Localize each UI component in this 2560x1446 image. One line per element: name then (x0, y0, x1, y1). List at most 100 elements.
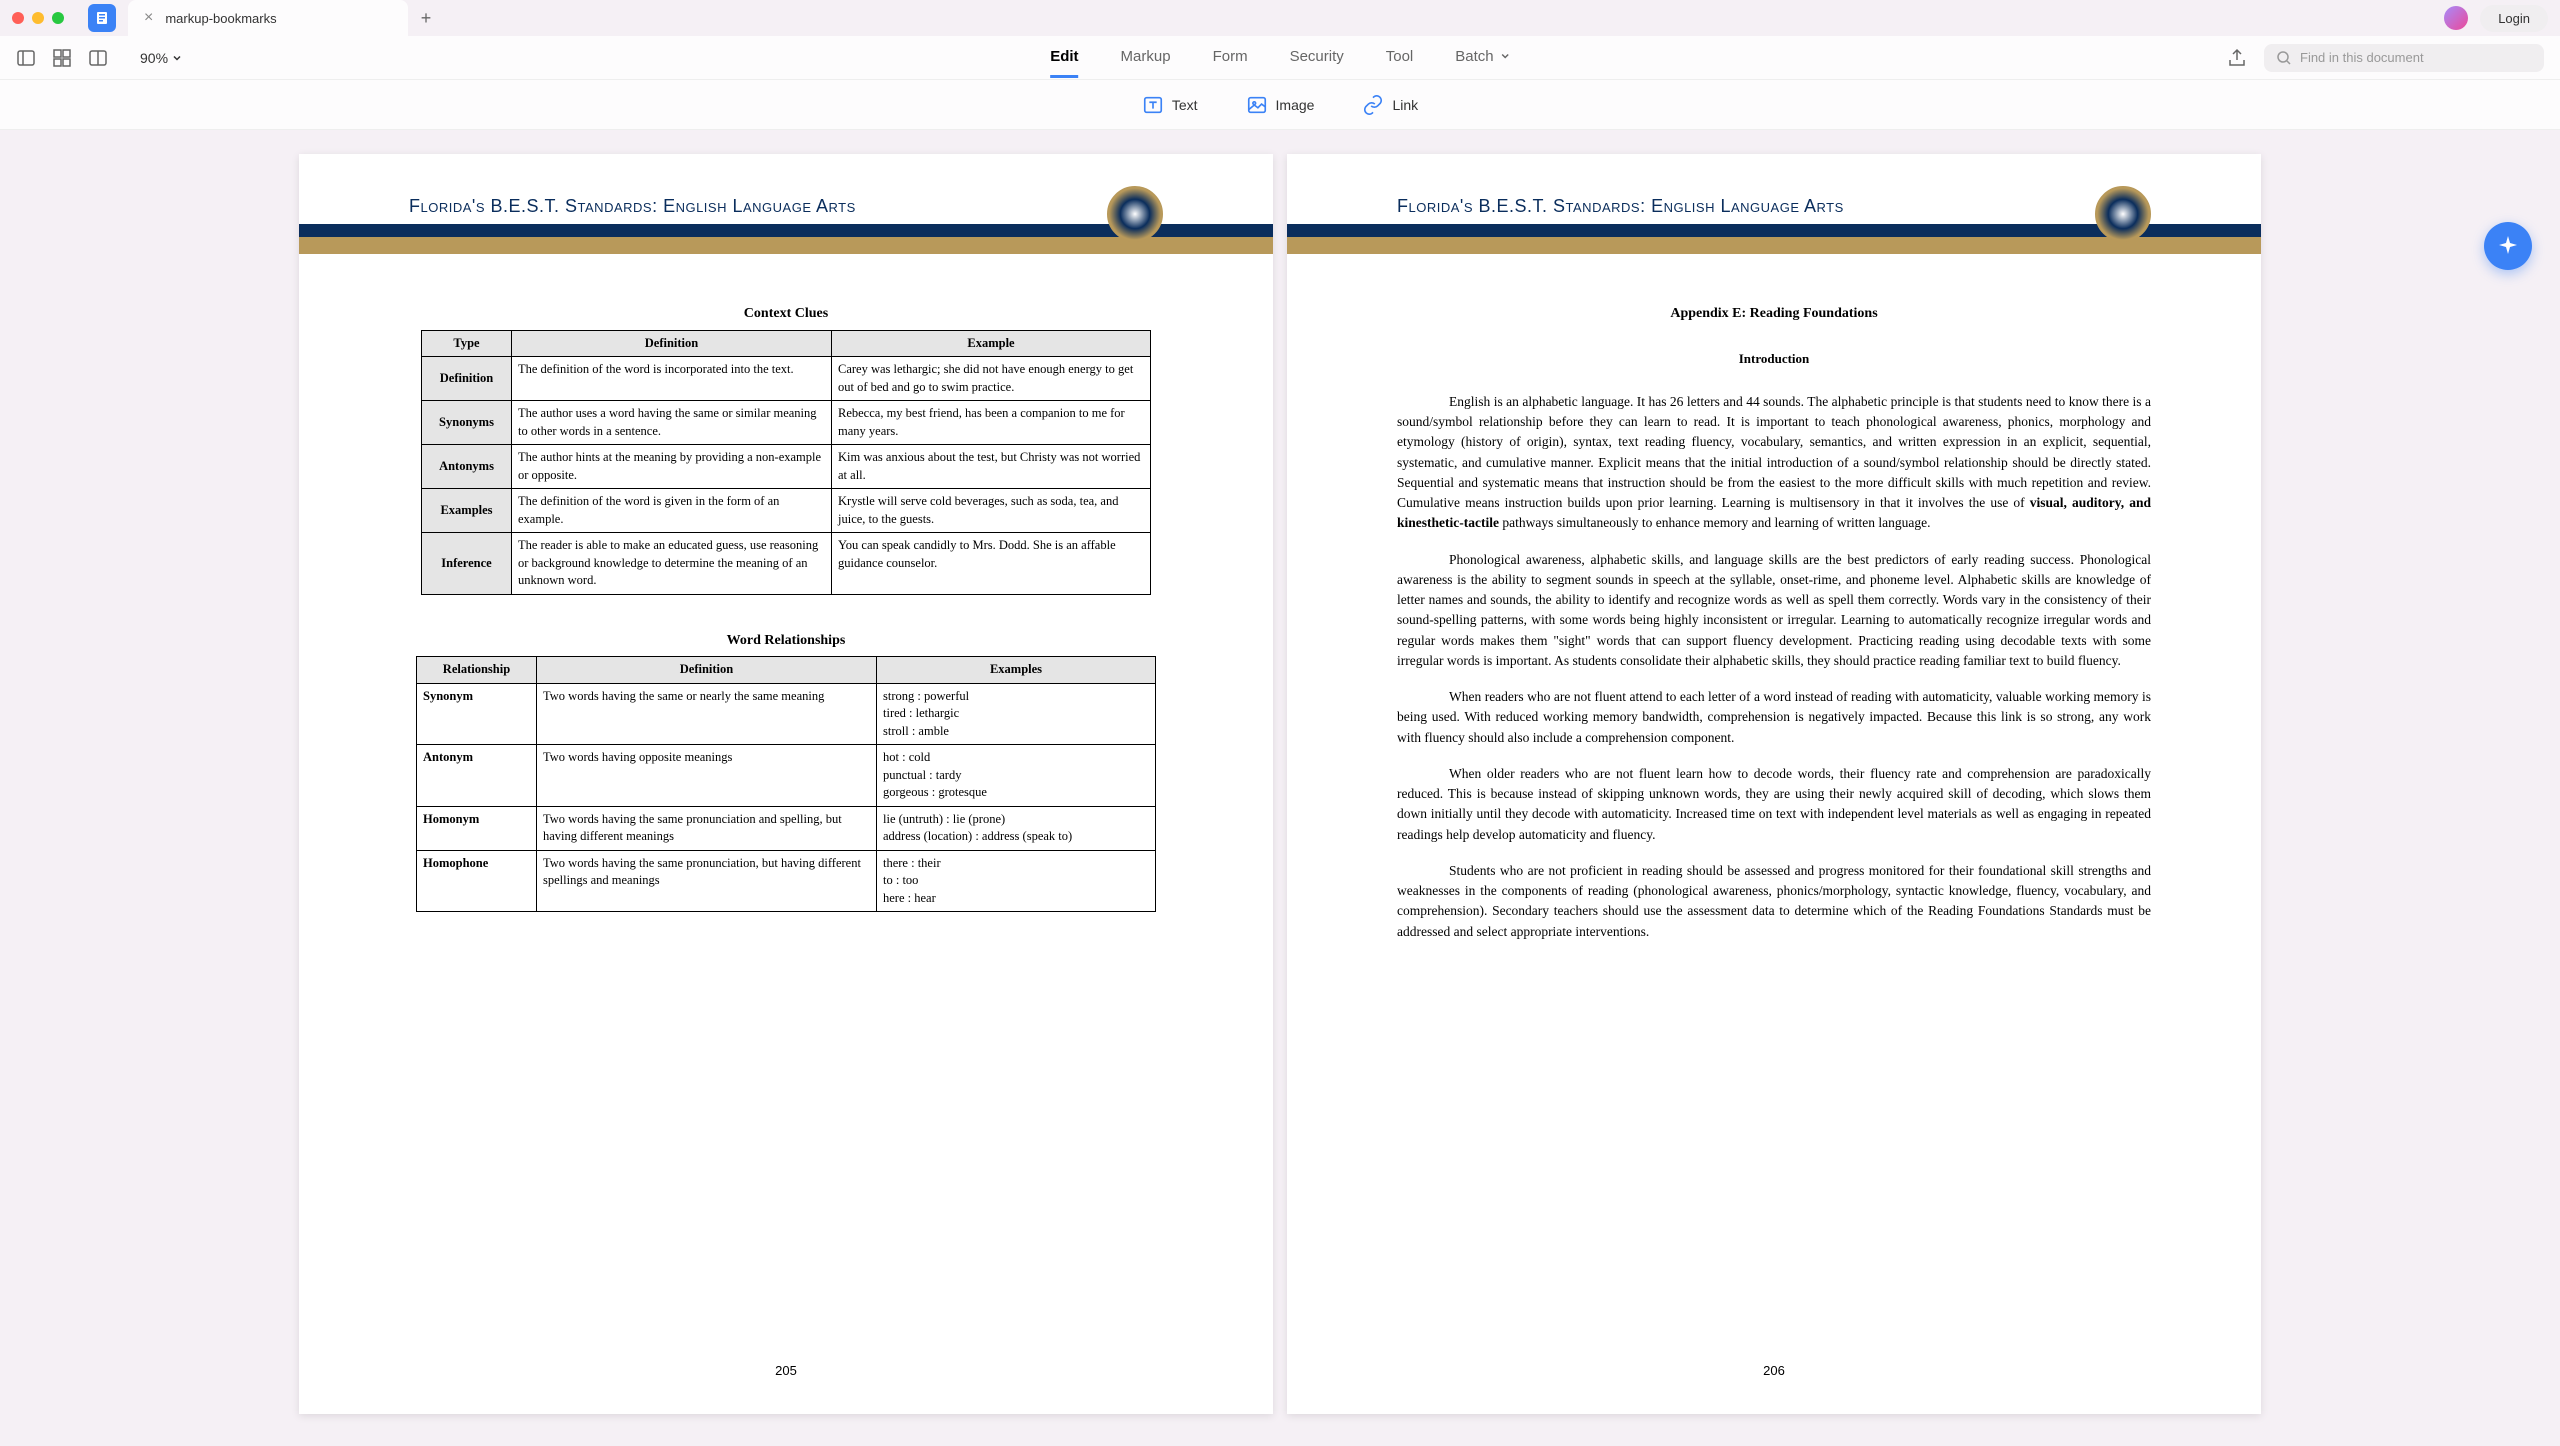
page-left: Florida's B.E.S.T. Standards: English La… (299, 154, 1273, 1414)
document-header-title: Florida's B.E.S.T. Standards: English La… (409, 196, 856, 217)
image-icon (1246, 94, 1268, 116)
cell: The definition of the word is given in t… (512, 489, 832, 533)
cell: The author uses a word having the same o… (512, 401, 832, 445)
page-header: Florida's B.E.S.T. Standards: English La… (1287, 154, 2261, 254)
page-header: Florida's B.E.S.T. Standards: English La… (299, 154, 1273, 254)
cell: hot : coldpunctual : tardygorgeous : gro… (877, 745, 1156, 807)
th: Definition (537, 657, 877, 684)
cell: Two words having opposite meanings (537, 745, 877, 807)
menu-security[interactable]: Security (1290, 38, 1344, 78)
minimize-window[interactable] (32, 12, 44, 24)
th: Type (422, 330, 512, 357)
table-row: AntonymsThe author hints at the meaning … (422, 445, 1151, 489)
zoom-selector[interactable]: 90% (140, 50, 182, 66)
search-icon (2276, 50, 2292, 66)
document-header-title: Florida's B.E.S.T. Standards: English La… (1397, 196, 1844, 217)
row-head: Antonyms (422, 445, 512, 489)
cell: Two words having the same or nearly the … (537, 683, 877, 745)
word-relationships-table: Relationship Definition Examples Synonym… (416, 656, 1156, 912)
table-row: ExamplesThe definition of the word is gi… (422, 489, 1151, 533)
context-clues-table: Type Definition Example DefinitionThe de… (421, 330, 1151, 595)
ai-assist-floating-button[interactable] (2484, 222, 2532, 270)
cell: The author hints at the meaning by provi… (512, 445, 832, 489)
table-row: SynonymTwo words having the same or near… (417, 683, 1156, 745)
document-viewport[interactable]: Florida's B.E.S.T. Standards: English La… (0, 130, 2560, 1446)
cell: Krystle will serve cold beverages, such … (832, 489, 1151, 533)
sparkle-icon (2496, 234, 2520, 258)
section-title: Word Relationships (409, 631, 1163, 651)
table-row: SynonymsThe author uses a word having th… (422, 401, 1151, 445)
cell: lie (untruth) : lie (prone)address (loca… (877, 806, 1156, 850)
titlebar: × markup-bookmarks + Login (0, 0, 2560, 36)
paragraph: Phonological awareness, alphabetic skill… (1397, 550, 2151, 672)
menu-tool[interactable]: Tool (1386, 38, 1414, 78)
menu-form[interactable]: Form (1213, 38, 1248, 78)
image-tool-button[interactable]: Image (1246, 94, 1315, 116)
page-number: 205 (775, 1363, 797, 1378)
paragraph: Students who are not proficient in readi… (1397, 861, 2151, 942)
table-row: InferenceThe reader is able to make an e… (422, 533, 1151, 595)
close-window[interactable] (12, 12, 24, 24)
menu-edit[interactable]: Edit (1050, 38, 1078, 78)
row-head: Inference (422, 533, 512, 595)
chevron-down-icon (1500, 51, 1510, 61)
chevron-down-icon (172, 53, 182, 63)
th: Relationship (417, 657, 537, 684)
document-tab[interactable]: × markup-bookmarks (128, 0, 408, 36)
menu-batch[interactable]: Batch (1455, 38, 1510, 78)
edit-toolbar: Text Image Link (0, 80, 2560, 130)
main-toolbar: 90% Edit Markup Form Security Tool Batch (0, 36, 2560, 80)
seal-icon (1107, 186, 1163, 242)
thumbnail-view-icon[interactable] (52, 48, 72, 68)
account-avatar-icon[interactable] (2444, 6, 2468, 30)
cell: Kim was anxious about the test, but Chri… (832, 445, 1151, 489)
row-head: Synonym (417, 683, 537, 745)
cell: there : theirto : toohere : hear (877, 850, 1156, 912)
new-tab-button[interactable]: + (408, 0, 444, 36)
window-controls (12, 12, 64, 24)
row-head: Synonyms (422, 401, 512, 445)
table-row: AntonymTwo words having opposite meaning… (417, 745, 1156, 807)
menu-markup[interactable]: Markup (1121, 38, 1171, 78)
row-head: Homonym (417, 806, 537, 850)
table-row: HomonymTwo words having the same pronunc… (417, 806, 1156, 850)
cell: You can speak candidly to Mrs. Dodd. She… (832, 533, 1151, 595)
intro-title: Introduction (1397, 350, 2151, 368)
text-tool-button[interactable]: Text (1142, 94, 1198, 116)
table-row: HomophoneTwo words having the same pronu… (417, 850, 1156, 912)
search-box[interactable] (2264, 44, 2544, 72)
page-right: Florida's B.E.S.T. Standards: English La… (1287, 154, 2261, 1414)
row-head: Antonym (417, 745, 537, 807)
share-icon[interactable] (2226, 47, 2248, 69)
table-row: DefinitionThe definition of the word is … (422, 357, 1151, 401)
cell: strong : powerfultired : lethargicstroll… (877, 683, 1156, 745)
text-icon (1142, 94, 1164, 116)
cell: Two words having the same pronunciation,… (537, 850, 877, 912)
sidebar-toggle-icon[interactable] (16, 48, 36, 68)
close-tab-icon[interactable]: × (144, 9, 153, 27)
maximize-window[interactable] (52, 12, 64, 24)
cell: The reader is able to make an educated g… (512, 533, 832, 595)
row-head: Definition (422, 357, 512, 401)
appendix-title: Appendix E: Reading Foundations (1397, 304, 2151, 324)
cell: Carey was lethargic; she did not have en… (832, 357, 1151, 401)
th: Examples (877, 657, 1156, 684)
section-title: Context Clues (409, 304, 1163, 324)
search-input[interactable] (2300, 50, 2532, 65)
link-icon (1362, 94, 1384, 116)
row-head: Examples (422, 489, 512, 533)
cell: Rebecca, my best friend, has been a comp… (832, 401, 1151, 445)
paragraph: English is an alphabetic language. It ha… (1397, 392, 2151, 534)
row-head: Homophone (417, 850, 537, 912)
tab-title: markup-bookmarks (165, 11, 276, 26)
login-button[interactable]: Login (2480, 5, 2548, 32)
cell: Two words having the same pronunciation … (537, 806, 877, 850)
paragraph: When readers who are not fluent attend t… (1397, 687, 2151, 748)
app-icon (88, 4, 116, 32)
zoom-value: 90% (140, 50, 168, 66)
page-number: 206 (1763, 1363, 1785, 1378)
th: Definition (512, 330, 832, 357)
reading-view-icon[interactable] (88, 48, 108, 68)
link-tool-button[interactable]: Link (1362, 94, 1418, 116)
cell: The definition of the word is incorporat… (512, 357, 832, 401)
